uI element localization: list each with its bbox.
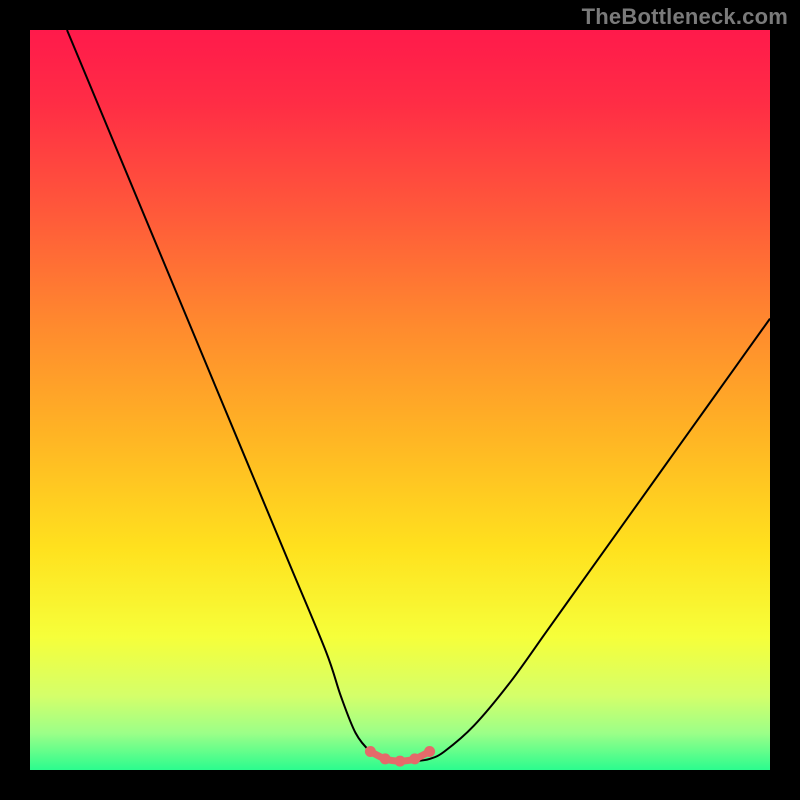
chart-frame: TheBottleneck.com [0, 0, 800, 800]
watermark-text: TheBottleneck.com [582, 4, 788, 30]
marker-dot [424, 746, 435, 757]
marker-dot [409, 753, 420, 764]
bottleneck-curve [67, 30, 770, 761]
marker-dot [380, 753, 391, 764]
marker-dot [395, 756, 406, 767]
marker-dot [365, 746, 376, 757]
plot-area [30, 30, 770, 770]
curve-layer [30, 30, 770, 770]
